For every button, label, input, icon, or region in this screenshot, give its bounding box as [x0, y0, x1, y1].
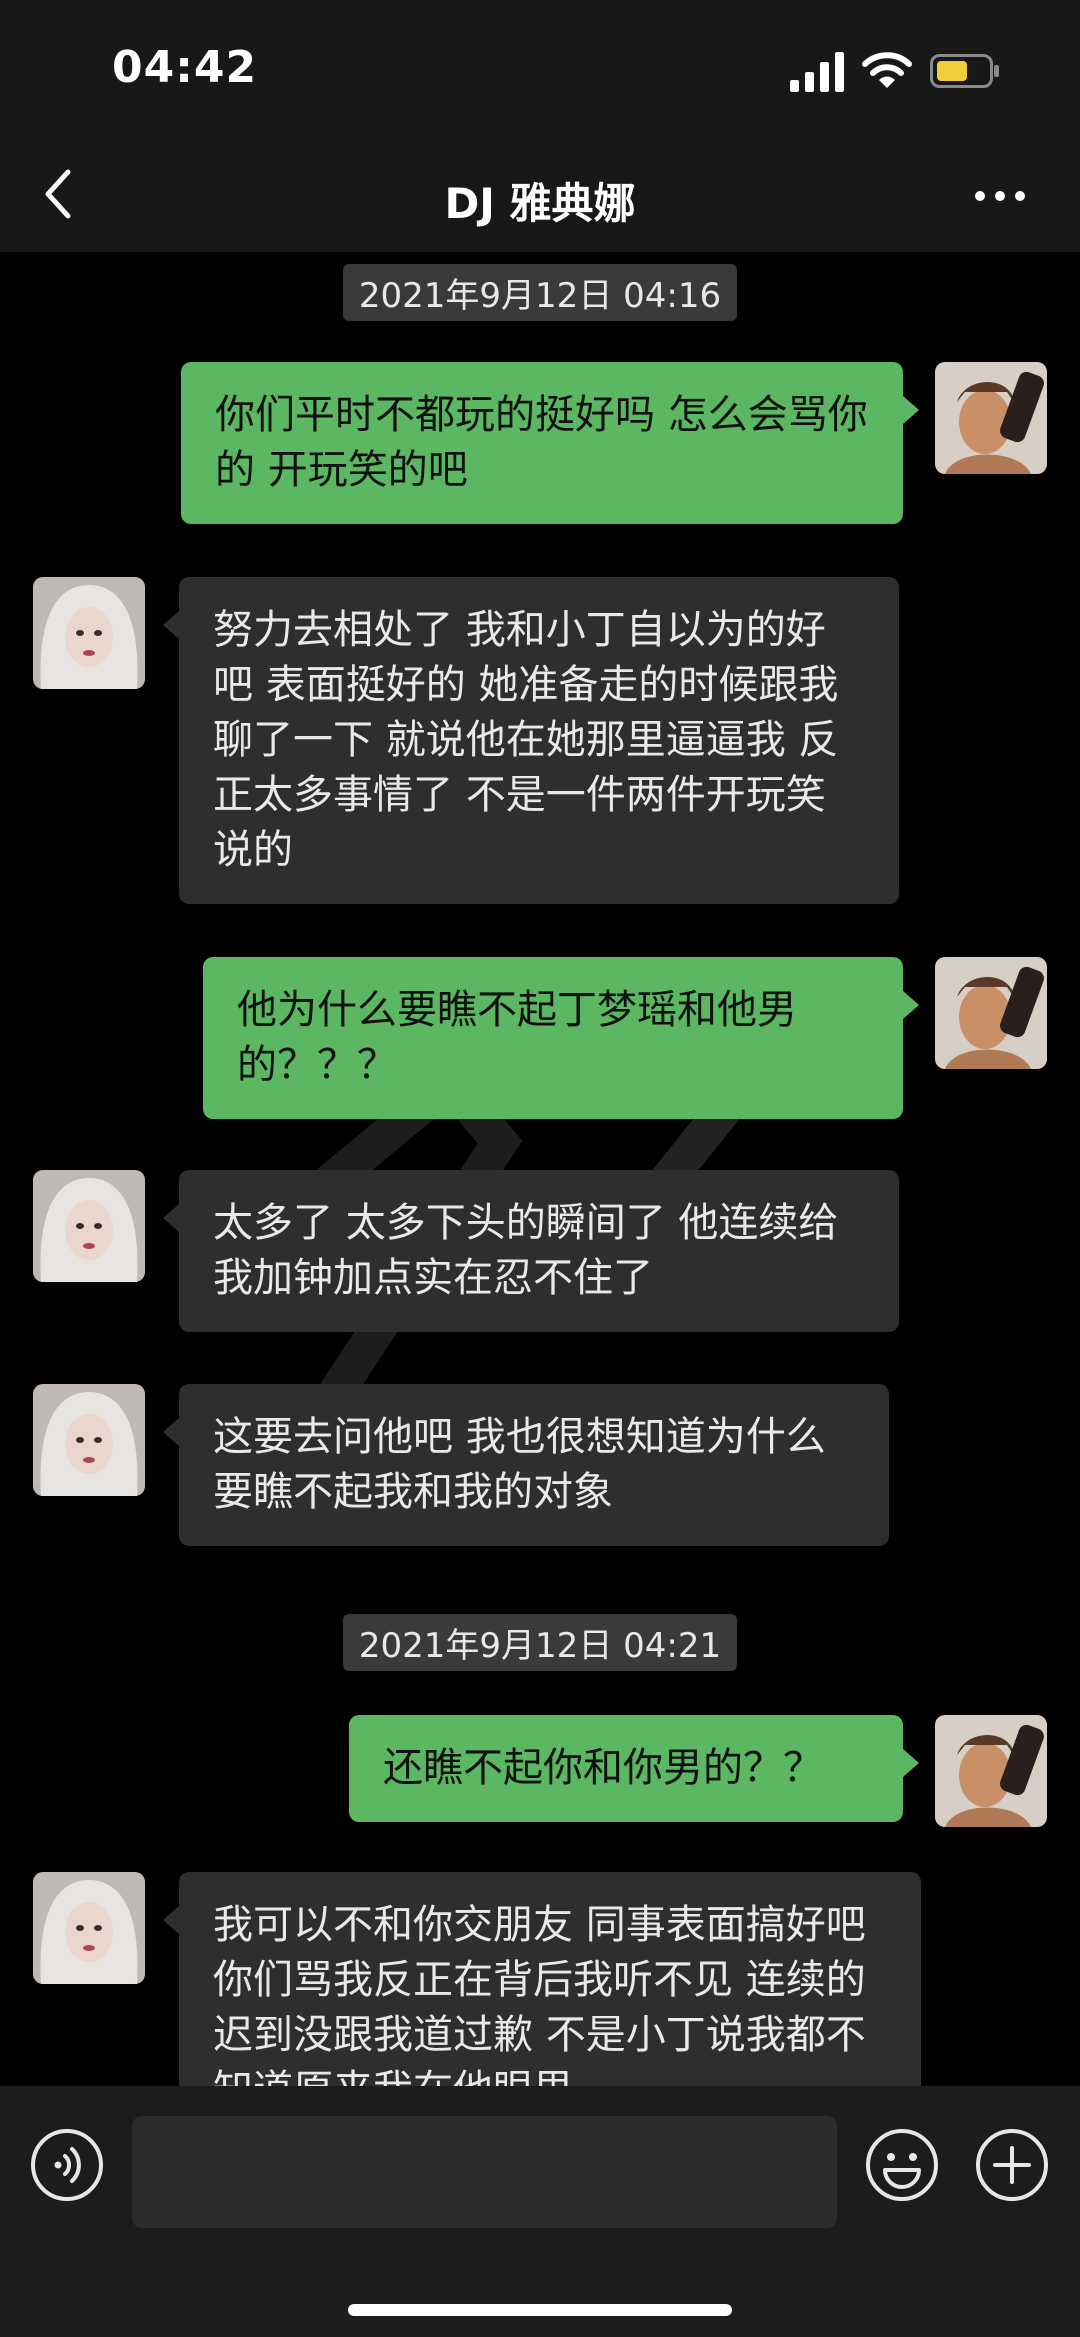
status-bar: 04:42 — [0, 0, 1080, 140]
message-input[interactable] — [132, 2116, 837, 2228]
received-message[interactable]: 我可以不和你交朋友 同事表面搞好吧 你们骂我反正在背后我听不见 连续的迟到没跟我… — [163, 1872, 921, 2086]
contact-avatar[interactable] — [33, 1170, 145, 1282]
sent-message[interactable]: 他为什么要瞧不起丁梦瑶和他男的？？？ — [203, 957, 919, 1119]
my-avatar[interactable] — [935, 362, 1047, 474]
received-message[interactable]: 努力去相处了 我和小丁自以为的好吧 表面挺好的 她准备走的时候跟我聊了一下 就说… — [163, 577, 899, 904]
nav-bar: DJ 雅典娜 — [0, 140, 1080, 252]
my-avatar[interactable] — [935, 957, 1047, 1069]
timestamp: 2021年9月12日 04:16 — [0, 264, 1080, 321]
status-time: 04:42 — [112, 42, 258, 93]
contact-avatar[interactable] — [33, 1384, 145, 1496]
wifi-icon — [862, 52, 912, 88]
contact-avatar[interactable] — [33, 1872, 145, 1984]
home-indicator[interactable] — [348, 2304, 732, 2316]
chat-area[interactable]: 2021年9月12日 04:16 你们平时不都玩的挺好吗 怎么会骂你的 开玩笑的… — [0, 252, 1080, 2086]
battery-icon — [930, 54, 999, 88]
signal-icon — [790, 52, 844, 92]
received-message[interactable]: 这要去问他吧 我也很想知道为什么要瞧不起我和我的对象 — [163, 1384, 889, 1546]
more-dots-icon[interactable] — [970, 174, 1030, 218]
timestamp: 2021年9月12日 04:21 — [0, 1614, 1080, 1671]
emoji-icon[interactable] — [865, 2128, 939, 2202]
my-avatar[interactable] — [935, 1715, 1047, 1827]
received-message[interactable]: 太多了 太多下头的瞬间了 他连续给我加钟加点实在忍不住了 — [163, 1170, 899, 1332]
plus-icon[interactable] — [975, 2128, 1049, 2202]
contact-avatar[interactable] — [33, 577, 145, 689]
sent-message[interactable]: 你们平时不都玩的挺好吗 怎么会骂你的 开玩笑的吧 — [181, 362, 919, 524]
input-bar — [0, 2086, 1080, 2337]
sent-message[interactable]: 还瞧不起你和你男的？？ — [349, 1715, 919, 1822]
chat-title: DJ 雅典娜 — [444, 179, 636, 228]
voice-icon[interactable] — [30, 2128, 104, 2202]
